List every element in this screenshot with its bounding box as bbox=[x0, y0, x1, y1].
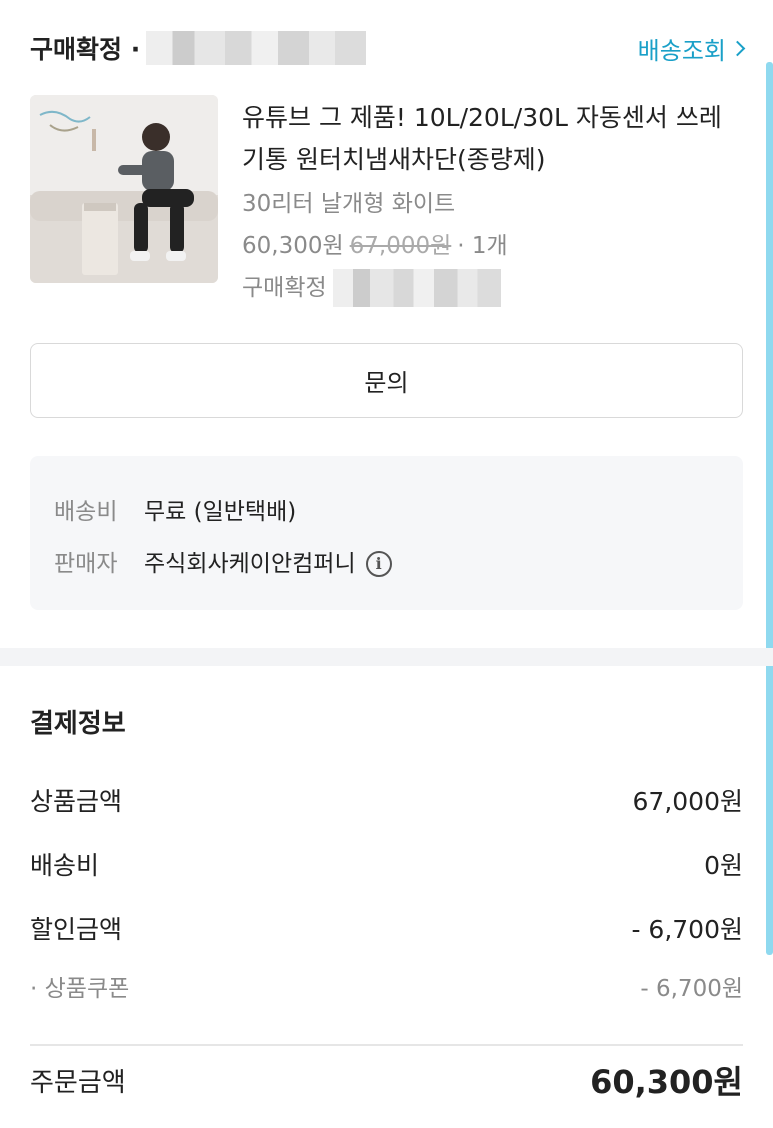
section-divider bbox=[0, 648, 773, 666]
delivery-info-panel: 배송비 무료 (일반택배) 판매자 주식회사케이안컴퍼니 i bbox=[30, 456, 743, 610]
payment-row-discount: 할인금액 - 6,700원 bbox=[30, 896, 743, 960]
seller-label: 판매자 bbox=[54, 551, 118, 577]
payment-row-shipping: 배송비 0원 bbox=[30, 832, 743, 896]
sale-price: 60,300원 bbox=[242, 233, 344, 259]
track-delivery-label: 배송조회 bbox=[637, 36, 726, 65]
payment-row-value: - 6,700원 bbox=[631, 915, 743, 944]
scrollbar[interactable] bbox=[766, 62, 773, 955]
order-status-label: 구매확정 · bbox=[30, 35, 141, 64]
payment-title: 결제정보 bbox=[30, 709, 126, 739]
blurred-confirm-date bbox=[332, 269, 501, 307]
product-name[interactable]: 유튜브 그 제품! 10L/20L/30L 자동센서 쓰레기통 원터치냄새차단(… bbox=[242, 97, 743, 181]
confirm-label: 구매확정 bbox=[242, 275, 327, 301]
price-row: 60,300원 67,000원 · 1개 bbox=[242, 225, 743, 267]
payment-row-label: 상품금액 bbox=[30, 787, 123, 816]
order-total-value: 60,300원 bbox=[590, 1063, 743, 1101]
shipping-fee-value: 무료 (일반택배) bbox=[144, 499, 297, 525]
track-delivery-link[interactable]: 배송조회 bbox=[637, 31, 746, 66]
payment-row-product-amount: 상품금액 67,000원 bbox=[30, 768, 743, 832]
product-item[interactable]: 유튜브 그 제품! 10L/20L/30L 자동센서 쓰레기통 원터치냄새차단(… bbox=[30, 95, 743, 309]
inquiry-button[interactable]: 문의 bbox=[30, 343, 743, 418]
order-header: 구매확정 · 배송조회 bbox=[30, 28, 746, 68]
blurred-date bbox=[146, 31, 367, 65]
shipping-fee-row: 배송비 무료 (일반택배) bbox=[54, 486, 719, 538]
order-total-row: 주문금액 60,300원 bbox=[30, 1030, 743, 1128]
chevron-right-icon bbox=[729, 40, 746, 56]
payment-row-value: 67,000원 bbox=[632, 787, 743, 816]
product-image[interactable] bbox=[30, 95, 218, 283]
original-price: 67,000원 bbox=[349, 233, 452, 259]
payment-row-coupon: · 상품쿠폰 - 6,700원 bbox=[30, 960, 743, 1012]
info-icon[interactable]: i bbox=[365, 551, 392, 577]
payment-row-label: 배송비 bbox=[30, 851, 100, 880]
payment-row-label: 할인금액 bbox=[30, 915, 123, 944]
quantity: · 1개 bbox=[457, 233, 508, 259]
order-total-label: 주문금액 bbox=[30, 1067, 126, 1098]
confirm-row: 구매확정 bbox=[242, 267, 743, 309]
order-status: 구매확정 · bbox=[30, 30, 367, 66]
seller-name: 주식회사케이안컴퍼니 bbox=[144, 551, 356, 577]
seller-row: 판매자 주식회사케이안컴퍼니 i bbox=[54, 538, 719, 590]
shipping-fee-label: 배송비 bbox=[54, 499, 118, 525]
payment-row-label: · 상품쿠폰 bbox=[30, 976, 130, 1002]
product-option: 30리터 날개형 화이트 bbox=[242, 191, 456, 217]
payment-row-value: - 6,700원 bbox=[640, 976, 743, 1002]
seller-value-wrap: 주식회사케이안컴퍼니 i bbox=[144, 538, 392, 590]
payment-row-value: 0원 bbox=[704, 851, 743, 880]
payment-section: 결제정보 상품금액 67,000원 배송비 0원 할인금액 - 6,700원 ·… bbox=[30, 700, 743, 1128]
product-info: 유튜브 그 제품! 10L/20L/30L 자동센서 쓰레기통 원터치냄새차단(… bbox=[242, 95, 743, 309]
